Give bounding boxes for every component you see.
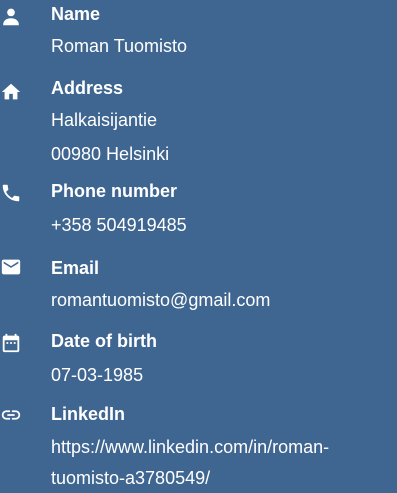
contact-label-phone: Phone number bbox=[51, 181, 178, 201]
contact-label-address: Address bbox=[51, 78, 124, 98]
phone-icon bbox=[0, 182, 22, 204]
contact-value-linkedin-line1[interactable]: https://www.linkedin.com/in/roman- bbox=[51, 436, 329, 458]
home-icon bbox=[0, 81, 22, 103]
contact-value-email: romantuomisto@gmail.com bbox=[51, 290, 271, 310]
email-icon bbox=[0, 256, 22, 278]
person-icon bbox=[0, 6, 22, 28]
contact-value-phone: +358 504919485 bbox=[51, 215, 187, 235]
contact-value-address-line2: 00980 Helsinki bbox=[51, 144, 170, 164]
contact-label-linkedin: LinkedIn bbox=[51, 404, 126, 424]
contact-label-name: Name bbox=[51, 4, 101, 24]
contact-value-address-line1: Halkaisijantie bbox=[51, 110, 158, 130]
link-icon bbox=[0, 404, 22, 426]
contact-label-email: Email bbox=[51, 258, 100, 278]
contact-value-linkedin-line2[interactable]: tuomisto-a3780549/ bbox=[51, 467, 210, 489]
contact-label-birthdate: Date of birth bbox=[51, 331, 157, 351]
contact-info-panel: Name Roman Tuomisto Address Halkaisijant… bbox=[0, 0, 397, 493]
contact-value-name: Roman Tuomisto bbox=[51, 36, 188, 56]
contact-value-birthdate: 07-03-1985 bbox=[51, 365, 144, 385]
calendar-icon bbox=[0, 332, 22, 354]
